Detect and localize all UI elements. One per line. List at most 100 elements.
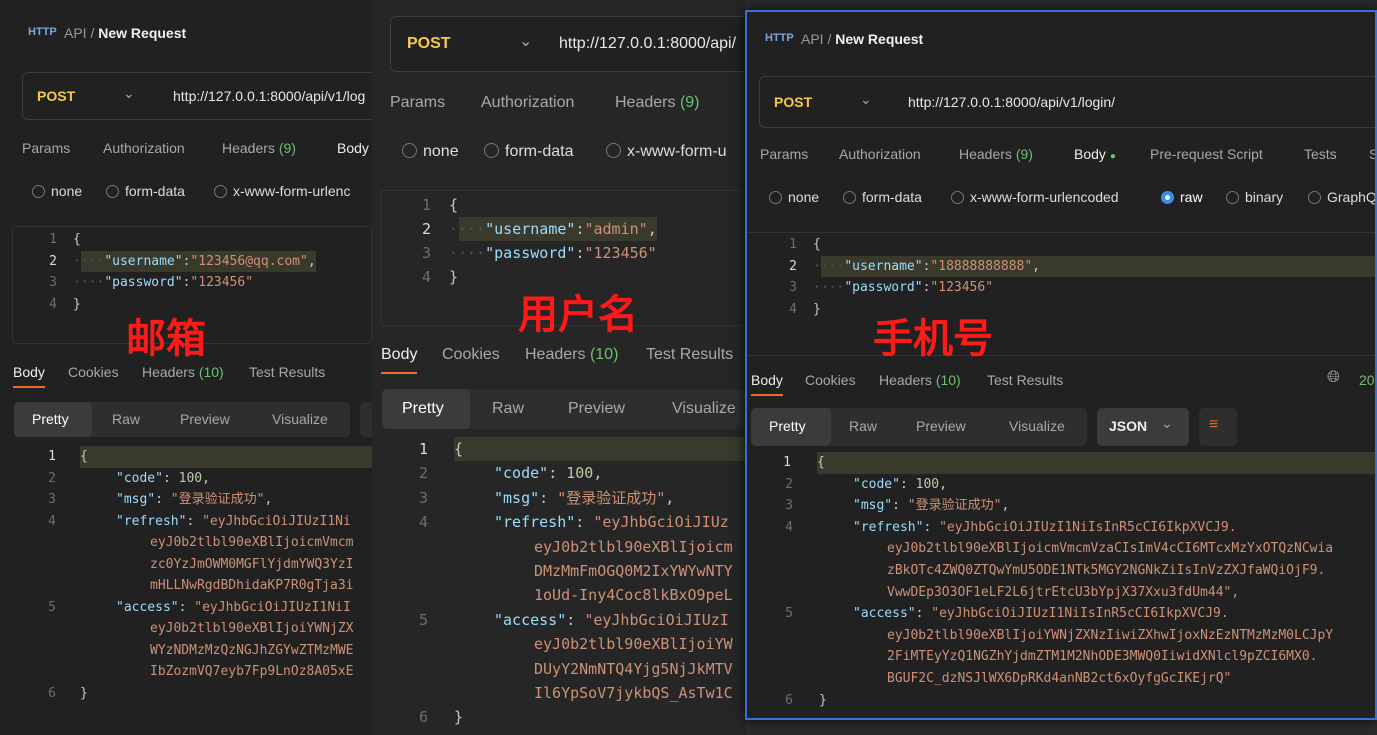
view-visualize[interactable]: Visualize [672, 400, 736, 418]
tab-body[interactable]: Body [337, 140, 369, 156]
radio-graphql-label: GraphQ [1327, 189, 1377, 205]
request-title[interactable]: New Request [835, 31, 923, 47]
tab-params[interactable]: Params [22, 140, 70, 156]
headers-count: (9) [1015, 146, 1033, 162]
breadcrumb-api[interactable]: API [801, 31, 824, 47]
tab-headers[interactable]: Headers (9) [222, 140, 296, 156]
line-number: 6 [785, 692, 793, 708]
request-body-editor[interactable]: 1{ 2 ····"username":"18888888888", 3 ····"… [747, 232, 1375, 356]
tab-body[interactable]: Body ● [1074, 146, 1116, 162]
radio-binary[interactable]: binary [1226, 189, 1283, 205]
resp-tab-body[interactable]: Body [13, 364, 45, 388]
line-number: 5 [48, 599, 56, 615]
radio-form-data[interactable]: form-data [484, 143, 573, 161]
resp-tab-tests[interactable]: Test Results [249, 364, 325, 380]
wrap-button[interactable]: ≡ [1199, 408, 1237, 446]
tab-authorization[interactable]: Authorization [481, 94, 574, 112]
radio-form-data[interactable]: form-data [106, 183, 185, 199]
json-value-code: 100 [178, 470, 203, 486]
format-select[interactable]: JSON ⌄ [1097, 408, 1189, 446]
json-value: "eyJhbGciOiJIUzI1Ni [202, 513, 351, 529]
radio-raw[interactable]: raw [1161, 189, 1203, 205]
radio-none[interactable]: none [402, 143, 459, 161]
resp-tab-cookies[interactable]: Cookies [68, 364, 119, 380]
radio-urlencoded[interactable]: x-www-form-urlenc [214, 183, 350, 199]
line-number: 1 [48, 449, 56, 464]
chevron-down-icon[interactable]: ⌄ [519, 31, 532, 51]
view-preview[interactable]: Preview [916, 418, 966, 434]
radio-urlencoded[interactable]: x-www-form-u [606, 143, 727, 161]
radio-icon [843, 191, 856, 204]
response-body: 1{ 2 "code": 100, 3 "msg": "登录验证成功", 4 "ref… [747, 452, 1375, 711]
line-number: 4 [49, 296, 57, 312]
tab-tests[interactable]: Tests [1304, 146, 1337, 162]
chevron-down-icon[interactable]: ⌄ [860, 91, 872, 108]
tab-params[interactable]: Params [390, 94, 445, 112]
view-pretty[interactable]: Pretty [32, 411, 69, 427]
tab-prerequest[interactable]: Pre-request Script [1150, 146, 1263, 162]
radio-icon [1226, 191, 1239, 204]
breadcrumb-api[interactable]: API [64, 25, 87, 41]
line-number: 3 [789, 280, 797, 295]
method-select[interactable]: POST [774, 94, 812, 110]
method-select[interactable]: POST [407, 35, 451, 53]
tab-params[interactable]: Params [760, 146, 808, 162]
url-input[interactable]: http://127.0.0.1:8000/api/ [559, 35, 736, 53]
view-raw[interactable]: Raw [492, 400, 524, 418]
json-key: "username" [844, 258, 923, 274]
method-select[interactable]: POST [37, 88, 75, 104]
json-key: "code" [116, 470, 163, 486]
resp-headers-label: Headers [879, 372, 932, 388]
radio-none[interactable]: none [769, 189, 819, 205]
line-number: 4 [789, 301, 797, 317]
line-number: 6 [48, 685, 56, 701]
resp-tab-body[interactable]: Body [381, 346, 418, 374]
brace: } [80, 685, 88, 701]
radio-none[interactable]: none [32, 183, 82, 199]
tab-headers-label: Headers [222, 140, 275, 156]
radio-none-label: none [423, 143, 459, 160]
view-raw[interactable]: Raw [112, 411, 140, 427]
tab-settings[interactable]: S [1369, 146, 1375, 162]
brace: { [80, 449, 88, 464]
view-preview[interactable]: Preview [568, 400, 625, 418]
resp-tab-tests[interactable]: Test Results [646, 346, 733, 364]
tab-authorization[interactable]: Authorization [103, 140, 185, 156]
json-key: "access" [853, 606, 916, 622]
view-pretty[interactable]: Pretty [769, 418, 806, 434]
view-visualize[interactable]: Visualize [1009, 418, 1065, 434]
radio-none-label: none [51, 183, 83, 199]
radio-urlenc-label: x-www-form-u [627, 143, 727, 160]
url-input[interactable]: http://127.0.0.1:8000/api/v1/log [173, 88, 365, 104]
resp-tab-tests[interactable]: Test Results [987, 372, 1063, 388]
resp-tab-headers[interactable]: Headers (10) [525, 346, 618, 364]
resp-tab-body[interactable]: Body [751, 372, 783, 396]
radio-icon [214, 185, 227, 198]
radio-graphql[interactable]: GraphQ [1308, 189, 1377, 205]
tab-headers[interactable]: Headers (9) [959, 146, 1033, 162]
radio-icon [32, 185, 45, 198]
line-number: 4 [421, 268, 431, 286]
headers-count: (9) [278, 140, 296, 156]
tab-authorization[interactable]: Authorization [839, 146, 921, 162]
view-visualize[interactable]: Visualize [272, 411, 328, 427]
format-select[interactable] [360, 402, 372, 437]
resp-tab-headers[interactable]: Headers (10) [142, 364, 224, 380]
tab-body-label: Body [1074, 146, 1106, 162]
radio-form-data[interactable]: form-data [843, 189, 922, 205]
resp-tab-headers[interactable]: Headers (10) [879, 372, 961, 388]
request-title[interactable]: New Request [98, 25, 186, 41]
json-value: "eyJhbGciOiJIUzI1NiIsInR5cCI6IkpXVCJ9. [939, 519, 1237, 535]
globe-icon[interactable]: 🌐︎ [1327, 369, 1340, 387]
view-preview[interactable]: Preview [180, 411, 230, 427]
resp-tab-cookies[interactable]: Cookies [442, 346, 500, 364]
radio-urlencoded[interactable]: x-www-form-urlencoded [951, 189, 1119, 205]
view-pretty[interactable]: Pretty [402, 400, 444, 418]
resp-tab-cookies[interactable]: Cookies [805, 372, 856, 388]
url-input[interactable]: http://127.0.0.1:8000/api/v1/login/ [908, 94, 1115, 110]
view-raw[interactable]: Raw [849, 418, 877, 434]
tab-headers[interactable]: Headers (9) [615, 94, 700, 112]
line-number: 1 [49, 232, 57, 247]
chevron-down-icon[interactable]: ⌄ [123, 85, 135, 102]
chevron-down-icon: ⌄ [1161, 415, 1173, 431]
